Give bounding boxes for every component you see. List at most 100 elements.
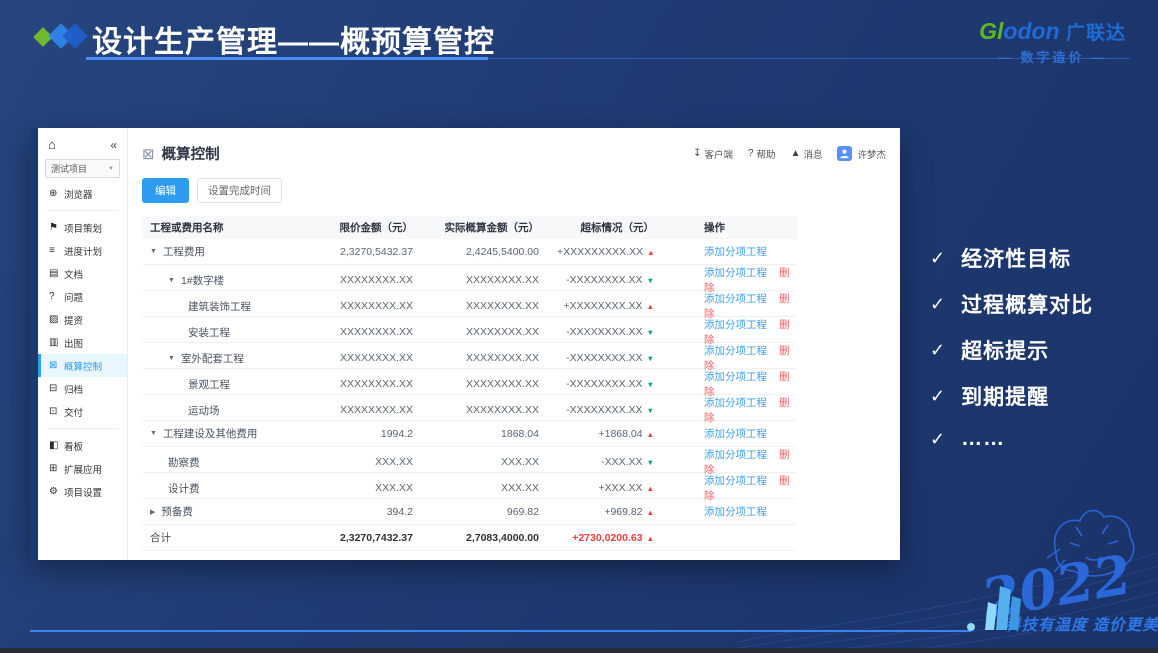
sidebar-item-schedule-plan[interactable]: ≡ 进度计划 [38,239,127,262]
page-title: 设计生产管理——概预算管控 [92,26,495,59]
globe-icon: ⊕ [49,188,58,199]
archive-icon: ⊟ [49,383,58,394]
sidebar-item-issues[interactable]: ? 问题 [38,285,127,308]
bell-icon: ▲ [790,148,801,159]
set-finish-time-button[interactable]: 设置完成时间 [197,178,282,203]
limit-amount: XXXXXXXX.XX [340,326,413,338]
feature-item: ✓ …… [930,427,1093,451]
expand-caret-icon[interactable]: ▼ [150,248,157,255]
sidebar-item-label: 项目设置 [64,487,103,499]
sidebar-item-drawings[interactable]: ▥ 出图 [38,331,127,354]
folder-icon: ▤ [49,268,59,279]
header-actions: ↧ 客户端? 帮助 ▲ 消息 许梦杰 [693,146,886,161]
action-label: 消息 [803,149,823,161]
row-name: 预备费 [161,506,193,518]
over-amount: -XXXXXXXX.XX [566,378,643,390]
expand-caret-icon[interactable]: ▼ [150,430,157,437]
actual-amount: XXXXXXXX.XX [466,274,539,286]
expand-caret-icon[interactable]: ▶ [150,508,155,516]
down-arrow-icon: ▼ [646,276,654,285]
sidebar-item-archive[interactable]: ⊟ 归档 [38,377,127,400]
project-select[interactable]: 测试项目 ▼ [45,159,120,178]
expand-caret-icon[interactable]: ▼ [168,277,175,284]
actual-amount: 969.82 [506,505,539,518]
feature-label: 超标提示 [961,340,1050,363]
actual-amount: XXX.XX [501,482,539,494]
table-row: ▼ 工程费用 2,3270,5432.37 2,4245,5400.00 +XXXXXX… [142,239,797,265]
question-icon: ? [747,148,754,159]
glodon-logo: Glodon 广联达 — 数字造价 — [979,18,1126,66]
add-subproject-link[interactable]: 添加分项工程 [704,246,767,258]
sidebar-item-browser[interactable]: ⊕ 浏览器 [38,182,127,205]
up-arrow-icon: ▲ [646,429,654,439]
limit-amount: XXX.XX [375,482,413,494]
add-subproject-link[interactable]: 添加分项工程 [704,428,767,440]
messages-action[interactable]: ▲ 消息 [791,147,823,161]
project-select-value: 测试项目 [51,164,88,174]
sidebar-item-label: 归档 [64,384,84,396]
slide: 设计生产管理——概预算管控 Glodon 广联达 — 数字造价 — ⌂ « 测试… [0,0,1158,653]
actual-amount: XXX.XX [501,456,539,468]
limit-amount: 394.2 [386,505,413,518]
check-icon: ✓ [930,339,946,360]
add-subproject-link[interactable]: 添加分项工程 [704,475,767,487]
sidebar-item-extensions[interactable]: ⊞ 扩展应用 [38,457,127,480]
over-amount: +2730,0200.63 [572,531,643,544]
envelope-icon: ⊠ [49,360,58,371]
sidebar-item-label: 浏览器 [64,189,93,201]
add-subproject-link[interactable]: 添加分项工程 [704,371,767,383]
sidebar-item-project-plan[interactable]: ⚑ 项目策划 [38,216,127,239]
check-icon: ✓ [930,428,946,449]
sidebar-item-project-settings[interactable]: ⚙ 项目设置 [38,480,127,503]
feature-item: ✓ 过程概算对比 [930,289,1093,319]
edit-button[interactable]: 编辑 [142,178,189,203]
client-download-action[interactable]: ↧ 客户端 [693,147,733,161]
sidebar-item-delivery[interactable]: ⊡ 交付 [38,400,127,423]
sidebar-divider [46,210,119,211]
table-row: 勘察费 XXX.XX XXX.XX -XXX.XX ▼ 添加分项工程 删除 [142,447,797,476]
over-amount: -XXX.XX [601,456,643,468]
over-amount: +1868.04 [598,427,643,440]
add-subproject-link[interactable]: 添加分项工程 [704,319,767,331]
over-amount: -XXXXXXXX.XX [566,404,643,416]
sidebar-item-submit-info[interactable]: ▨ 提资 [38,308,127,331]
question-icon: ? [49,291,55,302]
limit-amount: 2,3270,7432.37 [340,531,413,544]
down-arrow-icon: ▼ [646,406,654,415]
user-chip[interactable]: 许梦杰 [837,146,886,161]
expand-caret-icon[interactable]: ▼ [168,355,175,362]
down-arrow-icon: ▼ [646,328,654,337]
table-row: 设计费 XXX.XX XXX.XX +XXX.XX ▲ 添加分项工程 删除 [142,473,797,502]
add-subproject-link[interactable]: 添加分项工程 [704,449,767,461]
row-name: 工程建设及其他费用 [162,428,258,440]
add-subproject-link[interactable]: 添加分项工程 [704,267,767,279]
check-icon: ✓ [930,247,946,268]
column-header: 超标情况（元） [580,222,655,234]
add-subproject-link[interactable]: 添加分项工程 [704,345,767,357]
sidebar-item-board[interactable]: ◧ 看板 [38,434,127,457]
title-underline [86,57,488,60]
limit-amount: XXXXXXXX.XX [340,300,413,312]
envelope-icon: ⊠ [142,145,155,163]
flag-icon: ⚑ [49,222,58,233]
table-row: 合计 2,3270,7432.37 2,7083,4000.00 +2730,0200… [142,525,797,551]
sidebar-item-documents[interactable]: ▤ 文档 [38,262,127,285]
feature-label: 过程概算对比 [961,294,1094,317]
home-icon[interactable]: ⌂ [48,137,56,152]
row-name: 勘察费 [168,456,200,469]
sidebar-item-label: 问题 [64,292,84,304]
sidebar-item-budget-control[interactable]: ⊠ 概算控制 [38,354,127,377]
limit-amount: XXXXXXXX.XX [340,378,413,390]
diamond-icon [62,23,88,49]
collapse-sidebar-icon[interactable]: « [110,138,117,152]
help-action[interactable]: ? 帮助 [748,147,776,161]
down-arrow-icon: ▼ [646,354,654,363]
add-subproject-link[interactable]: 添加分项工程 [704,397,767,409]
add-subproject-link[interactable]: 添加分项工程 [704,293,767,305]
column-header: 工程或费用名称 [150,222,224,234]
action-label: 客户端 [704,149,733,161]
over-amount: +XXXXXXXXX.XX [557,245,644,258]
check-icon: ✓ [930,293,946,314]
over-amount: +XXX.XX [598,482,643,494]
main-pane: ⊠ 概算控制 ↧ 客户端? 帮助 ▲ 消息 许梦杰 编辑 设置完成时间 工程或费用名称 限价… [128,128,900,560]
